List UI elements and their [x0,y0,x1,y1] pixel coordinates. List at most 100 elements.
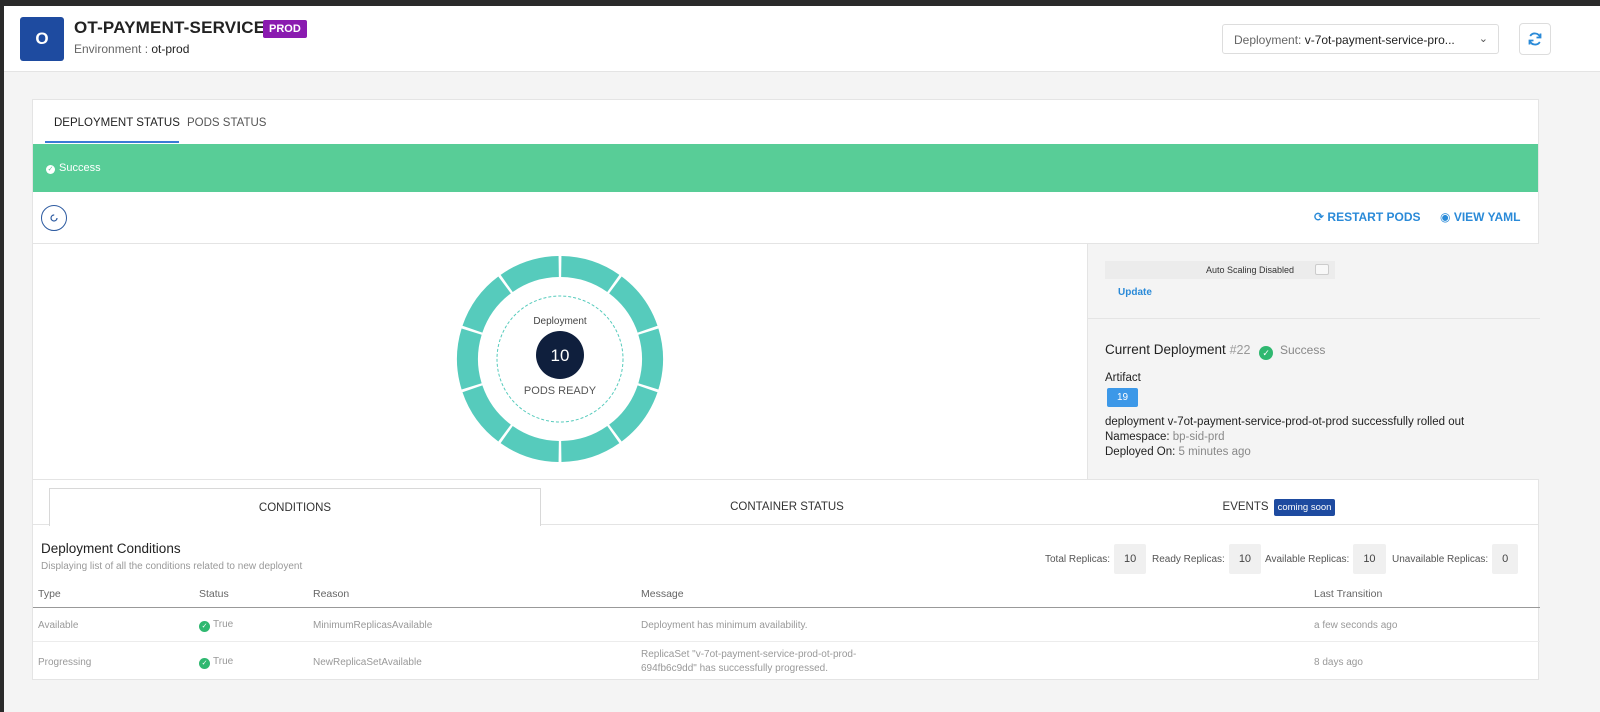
pod-segment [561,426,620,462]
column-header-message: Message [641,588,684,600]
view-yaml-button[interactable]: ◉ VIEW YAML [1440,210,1521,224]
env-badge: PROD [263,20,307,38]
environment-line: Environment : ot-prod [74,42,189,56]
restart-pods-button[interactable]: ⟳ RESTART PODS [1314,210,1421,224]
column-header-type: Type [38,588,61,600]
autoscaling-label: Auto Scaling Disabled [1206,265,1295,275]
ready-replicas-value: 10 [1228,544,1262,574]
chevron-down-icon: ⌄ [1478,33,1488,45]
unavailable-replicas: Unavailable Replicas: 0 [1392,544,1519,574]
column-header-last-transition: Last Transition [1314,588,1383,600]
available-replicas-label: Available Replicas: [1265,553,1350,565]
row-status-text: True [213,619,234,630]
reload-icon[interactable] [41,205,67,231]
pods-count: 10 [551,346,570,365]
check-circle-icon: ✓ [46,165,55,174]
tab-deployment-status[interactable]: DEPLOYMENT STATUS [54,117,180,129]
view-yaml-label: VIEW YAML [1453,210,1521,224]
update-link[interactable]: Update [1118,287,1152,298]
check-circle-icon: ✓ [199,621,210,632]
ready-replicas: Ready Replicas: 10 [1152,544,1262,574]
status-tabs: DEPLOYMENT STATUS PODS STATUS [33,100,1538,145]
pod-segment [456,328,482,390]
namespace-value: bp-sid-prd [1172,431,1225,443]
header: O OT-PAYMENT-SERVICE PROD Environment : … [4,6,1600,72]
autoscaling-row: Auto Scaling Disabled [1105,261,1335,279]
deployment-select-value: v-7ot-payment-service-pro... [1304,33,1455,47]
tab-conditions[interactable]: CONDITIONS [49,488,541,526]
row-reason: NewReplicaSetAvailable [313,657,422,668]
service-avatar: O [20,17,64,61]
deployment-number: #22 [1229,343,1251,357]
detail-tabs: CONDITIONS CONTAINER STATUS EVENTS comin… [33,479,1538,526]
pod-segment [609,276,658,333]
deployed-on-label: Deployed On: [1105,446,1179,458]
row-last-transition: 8 days ago [1314,657,1363,668]
current-deployment-panel: Current Deployment #22 ✓ Success Artifac… [1088,319,1540,479]
tab-pods-status[interactable]: PODS STATUS [187,117,266,129]
row-message: Deployment has minimum availability. [641,620,808,631]
unavailable-replicas-value: 0 [1492,544,1519,574]
tab-events[interactable]: EVENTS coming soon [1033,488,1525,526]
coming-soon-badge: coming soon [1273,498,1336,516]
pod-segment [609,385,658,442]
available-replicas: Available Replicas: 10 [1265,544,1386,574]
row-type: Progressing [38,657,92,668]
row-reason: MinimumReplicasAvailable [313,620,433,631]
action-toolbar: ⟳ RESTART PODS ◉ VIEW YAML [33,192,1538,244]
autoscaling-toggle[interactable] [1315,264,1329,275]
deployed-on-line: Deployed On: 5 minutes ago [1105,446,1251,458]
deployment-select-label: Deployment: [1234,33,1305,47]
row-status-text: True [213,656,234,667]
artifact-label: Artifact [1105,372,1141,384]
artifact-badge: 19 [1107,388,1138,407]
environment-value: ot-prod [151,42,190,56]
pods-ring: Deployment 10 PODS READY [456,256,663,462]
total-replicas-value: 10 [1114,544,1147,574]
row-message-line-1: ReplicaSet "v-7ot-payment-service-prod-o… [641,649,857,660]
row-status: ✓ True [199,619,233,632]
pod-segment [462,385,511,442]
pods-ring-label: Deployment [533,316,587,327]
table-row: Progressing ✓ True NewReplicaSetAvailable… [33,643,1540,681]
rollout-message: deployment v-7ot-payment-service-prod-ot… [1105,416,1465,428]
active-tab-indicator [45,141,179,143]
row-type: Available [38,620,79,631]
deployment-card: DEPLOYMENT STATUS PODS STATUS ✓ Success ⟳… [32,99,1540,681]
column-header-status: Status [199,588,229,600]
app-frame: O OT-PAYMENT-SERVICE PROD Environment : … [4,6,1600,712]
row-message: ReplicaSet "v-7ot-payment-service-prod-o… [641,648,856,676]
deployment-select[interactable]: Deployment: v-7ot-payment-service-pro...… [1222,24,1499,54]
environment-label: Environment : [74,42,152,56]
pods-visualization: Deployment 10 PODS READY [33,244,1088,479]
deployed-on-value: 5 minutes ago [1178,446,1251,458]
total-replicas: Total Replicas: 10 [1045,544,1147,574]
ready-replicas-label: Ready Replicas: [1152,553,1225,565]
tab-container-status[interactable]: CONTAINER STATUS [541,488,1033,526]
pod-segment [500,256,559,292]
row-status: ✓ True [199,656,233,669]
namespace-line: Namespace: bp-sid-prd [1105,431,1225,443]
check-circle-icon: ✓ [199,658,210,669]
status-banner: ✓ Success [33,144,1538,192]
tab-events-label: EVENTS [1222,501,1269,513]
conditions-title: Deployment Conditions [41,541,181,556]
column-header-reason: Reason [313,588,350,600]
current-deployment-title: Current Deployment [1105,342,1226,357]
unavailable-replicas-label: Unavailable Replicas: [1392,553,1489,565]
current-deployment-heading: Current Deployment #22 ✓ Success [1105,342,1325,360]
pod-segment [462,276,511,333]
deployment-status-text: Success [1279,343,1326,357]
namespace-label: Namespace: [1105,431,1173,443]
row-last-transition: a few seconds ago [1314,620,1398,631]
refresh-icon [1528,32,1542,46]
restart-pods-label: RESTART PODS [1327,210,1421,224]
pod-segment [561,256,620,292]
refresh-button[interactable] [1519,23,1551,55]
service-title: OT-PAYMENT-SERVICE [74,18,266,37]
success-check-icon: ✓ [1259,346,1274,360]
restart-icon: ⟳ [1314,210,1325,224]
row-message-line-2: 694fb6c9dd" has successfully progressed. [641,663,828,674]
pods-ready-caption: PODS READY [524,385,597,397]
pod-segment [500,426,559,462]
